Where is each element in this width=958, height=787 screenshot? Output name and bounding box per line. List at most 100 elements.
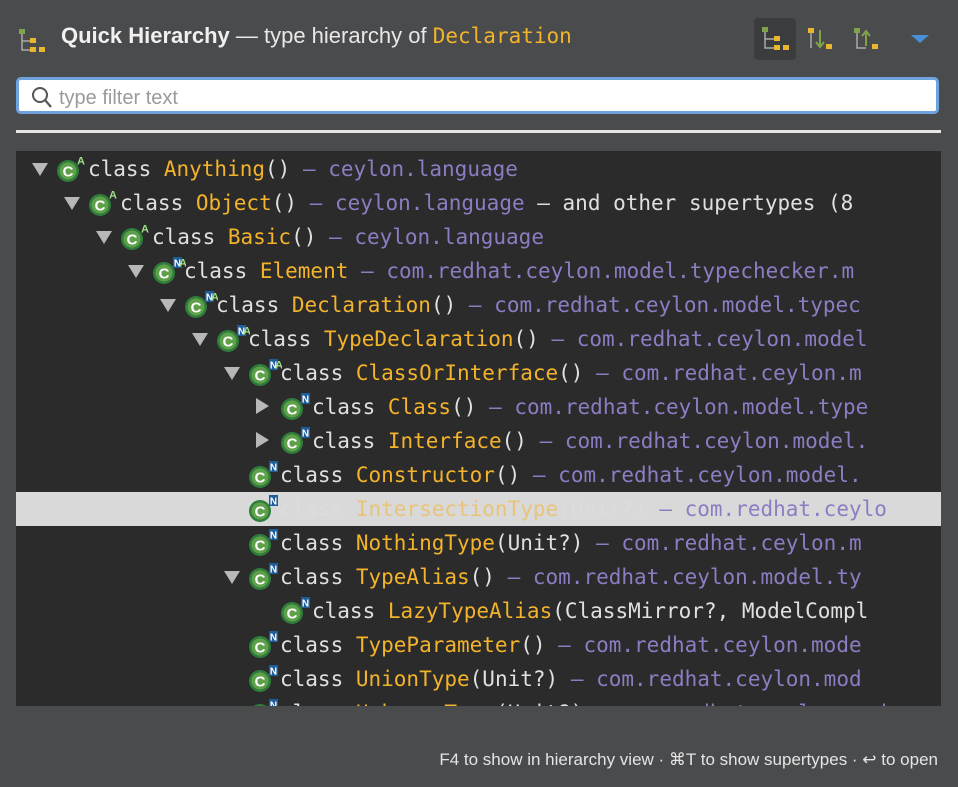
expand-arrow-down-icon[interactable] — [192, 333, 208, 346]
type-hierarchy-button[interactable] — [754, 18, 796, 60]
expand-arrow-right-icon[interactable] — [256, 398, 269, 414]
class-native-abstract-icon: CNA — [152, 256, 187, 286]
view-menu-button[interactable] — [900, 18, 942, 60]
tree-row-text: class Declaration() — com.redhat.ceylon.… — [216, 288, 861, 322]
svg-text:N: N — [270, 633, 277, 644]
extra-info: — and other supertypes (8 — [524, 191, 854, 215]
tree-row-text: class Interface() — com.redhat.ceylon.mo… — [312, 424, 868, 458]
expand-arrow-down-icon[interactable] — [160, 299, 176, 312]
tree-row[interactable]: C Nclass Class() — com.redhat.ceylon.mode… — [16, 390, 941, 424]
filter-search-box[interactable] — [16, 77, 939, 114]
type-params: () — [291, 225, 317, 249]
separator: — — [456, 293, 495, 317]
package-name: com.redhat.ceylon.model.type — [514, 395, 869, 419]
tree-row[interactable]: C Nclass TypeAlias() — com.redhat.ceylon.… — [16, 560, 941, 594]
tree-row-text: class TypeDeclaration() — com.redhat.cey… — [248, 322, 868, 356]
type-params: () — [558, 361, 584, 385]
svg-text:C: C — [255, 504, 266, 521]
class-native-abstract-icon: CNA — [248, 358, 283, 388]
svg-text:A: A — [109, 190, 117, 202]
title-type-name: Declaration — [432, 24, 572, 48]
class-native-icon: CN — [248, 664, 282, 694]
type-params: () — [451, 395, 477, 419]
title-subtitle: — type hierarchy of — [229, 23, 433, 48]
type-keyword: class — [216, 293, 292, 317]
svg-text:C: C — [159, 266, 170, 283]
tree-row[interactable]: C N Aclass ClassOrInterface() — com.redhat… — [16, 356, 941, 390]
type-name: Object — [195, 191, 272, 215]
type-params: (Unit?) — [495, 701, 584, 706]
class-native-icon: CN — [248, 630, 282, 660]
separator: — — [316, 225, 355, 249]
type-hierarchy-toggle-icon — [762, 27, 789, 50]
type-params: () — [430, 293, 457, 317]
tree-row[interactable]: C N Aclass TypeDeclaration() — com.redhat.… — [16, 322, 941, 356]
dialog-title: Quick Hierarchy — type hierarchy of Decl… — [61, 23, 572, 49]
type-params: () — [501, 429, 527, 453]
expand-arrow-right-icon[interactable] — [256, 432, 269, 448]
svg-text:N: N — [270, 463, 277, 474]
separator: — — [646, 497, 685, 521]
type-name: TypeAlias — [355, 565, 470, 589]
type-name: TypeParameter — [355, 633, 521, 657]
tree-row[interactable]: C Aclass Anything() — ceylon.language — [16, 152, 941, 186]
subtypes-icon — [854, 28, 878, 49]
hierarchy-tree[interactable]: C Aclass Anything() — ceylon.language C Acl… — [16, 151, 941, 706]
tree-row-text: class TypeAlias() — com.redhat.ceylon.mo… — [280, 560, 862, 594]
class-native-abstract-icon: CNA — [216, 324, 251, 354]
expand-arrow-down-icon[interactable] — [128, 265, 144, 278]
package-name: com.redhat.ceylon.mod — [621, 701, 887, 706]
tree-row[interactable]: C N Aclass Element — com.redhat.ceylon.mod… — [16, 254, 941, 288]
tree-row-text: class UnknownType(Unit?) — com.redhat.ce… — [280, 696, 887, 706]
separator: — — [583, 361, 622, 385]
class-abstract-icon: CA — [88, 188, 122, 218]
tree-row-text: class TypeParameter() — com.redhat.ceylo… — [280, 628, 862, 662]
separator: — — [545, 633, 584, 657]
type-name: TypeDeclaration — [323, 327, 514, 351]
svg-text:C: C — [287, 436, 298, 453]
svg-text:C: C — [191, 300, 202, 317]
type-params: (ClassMirror?, ModelCompl — [552, 599, 869, 623]
class-native-icon: CN — [248, 528, 282, 558]
tree-row[interactable]: C Nclass Interface() — com.redhat.ceylon.… — [16, 424, 941, 458]
filter-input[interactable] — [57, 83, 921, 113]
header: Quick Hierarchy — type hierarchy of Decl… — [0, 0, 958, 76]
class-native-icon: CN — [248, 460, 282, 490]
type-name: UnknownType — [356, 701, 495, 706]
supertypes-button[interactable] — [800, 18, 842, 60]
separator: — — [558, 667, 597, 691]
type-params: () — [469, 565, 495, 589]
subtypes-button[interactable] — [846, 18, 888, 60]
svg-text:C: C — [127, 232, 138, 249]
tree-row[interactable]: C Aclass Object() — ceylon.language — and… — [16, 186, 941, 220]
type-hierarchy-icon — [19, 29, 45, 52]
type-params: () — [494, 463, 521, 487]
expand-arrow-down-icon[interactable] — [32, 163, 48, 176]
supertypes-icon — [808, 28, 832, 49]
type-name: Element — [259, 259, 349, 283]
expand-arrow-down-icon[interactable] — [64, 197, 80, 210]
package-name: com.redhat.ceylon.m — [621, 531, 862, 555]
tree-row[interactable]: C Nclass TypeParameter() — com.redhat.cey… — [16, 628, 941, 662]
tree-row[interactable]: CNclass UnknownType(Unit?) — com.redhat.… — [16, 696, 941, 706]
tree-row[interactable]: C Aclass Basic() — ceylon.language — [16, 220, 941, 254]
class-native-icon: CN — [280, 426, 314, 456]
separator: — — [538, 327, 577, 351]
expand-arrow-down-icon[interactable] — [224, 367, 240, 380]
tree-row[interactable]: C Nclass IntersectionType(Unit?) — com.re… — [16, 492, 941, 526]
svg-text:C: C — [255, 572, 266, 589]
type-keyword: class — [312, 429, 388, 453]
tree-row[interactable]: C Nclass LazyTypeAlias(ClassMirror?, Mode… — [16, 594, 941, 628]
svg-text:C: C — [287, 606, 298, 623]
svg-text:C: C — [255, 640, 266, 657]
type-keyword: class — [280, 531, 356, 555]
tree-row[interactable]: C Nclass NothingType(Unit?) — com.redhat.… — [16, 526, 941, 560]
svg-text:N: N — [270, 531, 277, 542]
tree-row[interactable]: C N Aclass Declaration() — com.redhat.ceyl… — [16, 288, 941, 322]
expand-arrow-down-icon[interactable] — [224, 571, 240, 584]
package-name: com.redhat.ceylon.model — [576, 327, 868, 351]
tree-row[interactable]: C Nclass UnionType(Unit?) — com.redhat.ce… — [16, 662, 941, 696]
tree-row[interactable]: C Nclass Constructor() — com.redhat.ceylo… — [16, 458, 941, 492]
type-keyword: class — [312, 599, 388, 623]
expand-arrow-down-icon[interactable] — [96, 231, 112, 244]
